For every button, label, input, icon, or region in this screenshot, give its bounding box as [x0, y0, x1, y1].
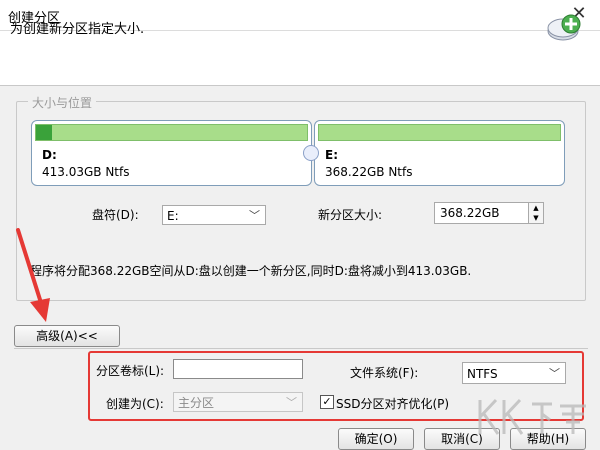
- partition-d-box[interactable]: D: 413.03GB Ntfs: [31, 120, 312, 186]
- partition-d-info: 413.03GB Ntfs: [42, 165, 130, 179]
- partition-e-box[interactable]: E: 368.22GB Ntfs: [314, 120, 565, 186]
- chevron-down-icon: ﹀: [249, 209, 260, 222]
- partition-e-name: E:: [325, 148, 338, 162]
- volume-label-label: 分区卷标(L):: [96, 364, 165, 378]
- dialog-header: [0, 31, 600, 86]
- annotation-arrow-icon: [16, 228, 50, 322]
- advanced-button[interactable]: 高级(A)<<: [14, 325, 120, 347]
- create-as-label: 创建为(C):: [106, 397, 164, 411]
- watermark-logo: [478, 398, 586, 435]
- partition-e-info: 368.22GB Ntfs: [325, 165, 413, 179]
- file-system-value: NTFS: [467, 367, 498, 381]
- chevron-down-icon: ﹀: [286, 396, 297, 409]
- group-legend: 大小与位置: [28, 94, 97, 111]
- partition-e-usage-bar: [318, 124, 561, 141]
- drive-letter-select[interactable]: E: ﹀: [162, 205, 266, 225]
- partition-d-usage-fill: [36, 125, 53, 140]
- ssd-align-label: SSD分区对齐优化(P): [336, 397, 450, 411]
- create-as-select[interactable]: 主分区 ﹀: [173, 392, 303, 412]
- partition-d-usage-bar: [35, 124, 308, 141]
- allocation-description: 程序将分配368.22GB空间从D:盘以创建一个新分区,同时D:盘将减小到413…: [30, 264, 472, 278]
- new-size-label: 新分区大小:: [318, 208, 383, 222]
- create-as-value: 主分区: [178, 396, 215, 410]
- ok-button[interactable]: 确定(O): [338, 428, 414, 450]
- header-instruction: 为创建新分区指定大小.: [10, 22, 145, 37]
- file-system-select[interactable]: NTFS ﹀: [462, 362, 566, 384]
- partition-d-name: D:: [42, 148, 57, 162]
- advanced-divider: [14, 348, 588, 349]
- file-system-label: 文件系统(F):: [350, 366, 419, 380]
- new-size-value: 368.22GB: [440, 206, 500, 220]
- drive-letter-value: E:: [167, 209, 179, 223]
- add-partition-icon: [547, 14, 581, 41]
- new-size-stepper[interactable]: 368.22GB ▲ ▼: [434, 202, 544, 224]
- volume-label-input[interactable]: [173, 359, 303, 379]
- drive-letter-label: 盘符(D):: [92, 208, 139, 222]
- chevron-down-icon: ﹀: [549, 367, 560, 380]
- resize-handle[interactable]: [303, 145, 319, 161]
- ssd-align-checkbox[interactable]: ✓: [320, 395, 334, 409]
- spin-down-icon[interactable]: ▼: [528, 213, 543, 223]
